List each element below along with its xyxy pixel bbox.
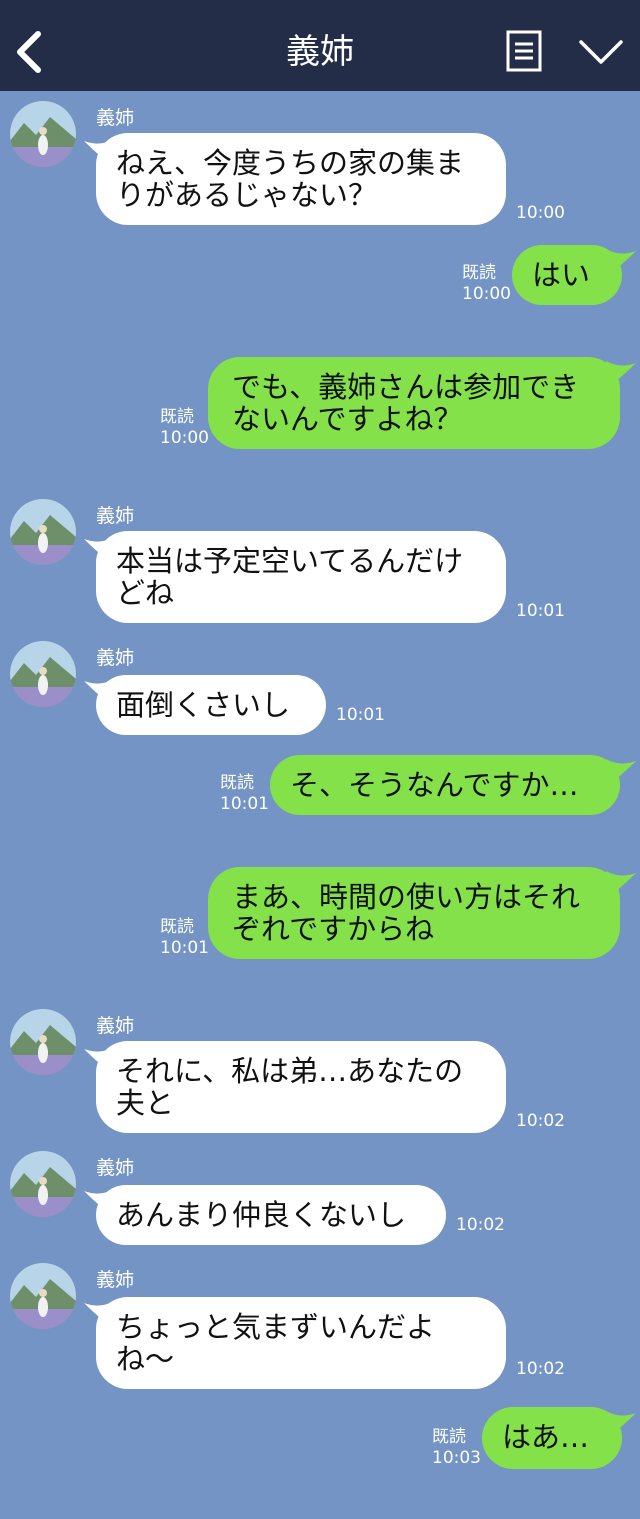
message-bubble[interactable]: はあ… — [482, 1407, 622, 1469]
message-time: 10:01 — [336, 705, 385, 725]
sender-name: 義姉 — [96, 1015, 135, 1037]
chat-title: 義姉 — [286, 32, 354, 72]
message-bubble[interactable]: 面倒くさいし — [96, 675, 326, 735]
message-time: 10:01 — [516, 601, 565, 621]
avatar[interactable] — [10, 499, 76, 565]
sender-name: 義姉 — [96, 1269, 135, 1291]
bubble-tail — [606, 1411, 636, 1439]
message-time: 10:02 — [456, 1215, 505, 1235]
read-status: 既読 10:01 — [220, 773, 269, 814]
avatar[interactable] — [10, 1009, 76, 1075]
read-status: 既読 10:01 — [160, 917, 209, 958]
chat-area[interactable]: 義姉 ねえ、今度うちの家の集まりがあるじゃない？ 10:00 既読 10:00 は… — [0, 91, 640, 1519]
message-time: 10:02 — [516, 1111, 565, 1131]
message-bubble[interactable]: そ、そうなんですか… — [270, 755, 620, 815]
avatar[interactable] — [10, 641, 76, 707]
bubble-tail — [606, 871, 636, 899]
read-status: 既読 10:00 — [160, 407, 209, 448]
sender-name: 義姉 — [96, 647, 135, 669]
bubble-tail — [606, 361, 636, 389]
chevron-down-icon[interactable] — [578, 36, 624, 66]
message-time: 10:00 — [516, 203, 565, 223]
message-bubble[interactable]: ちょっと気まずいんだよね〜 — [96, 1297, 506, 1389]
sender-name: 義姉 — [96, 107, 135, 129]
avatar[interactable] — [10, 1263, 76, 1329]
read-status: 既読 10:00 — [462, 263, 511, 304]
message-bubble[interactable]: ねえ、今度うちの家の集まりがあるじゃない？ — [96, 133, 506, 225]
sender-name: 義姉 — [96, 505, 135, 527]
message-time: 10:02 — [516, 1359, 565, 1379]
bubble-tail — [606, 249, 636, 277]
chat-header: 義姉 — [0, 0, 640, 91]
message-bubble[interactable]: それに、私は弟…あなたの夫と — [96, 1041, 506, 1133]
message-bubble[interactable]: まあ、時間の使い方はそれぞれですからね — [208, 867, 620, 959]
message-bubble[interactable]: 本当は予定空いてるんだけどね — [96, 531, 506, 623]
message-bubble[interactable]: あんまり仲良くないし — [96, 1185, 446, 1245]
bubble-tail — [606, 759, 636, 787]
sender-name: 義姉 — [96, 1157, 135, 1179]
menu-icon[interactable] — [506, 30, 542, 72]
avatar[interactable] — [10, 1151, 76, 1217]
avatar[interactable] — [10, 101, 76, 167]
message-bubble[interactable]: でも、義姉さんは参加できないんですよね？ — [208, 357, 620, 449]
read-status: 既読 10:03 — [432, 1427, 481, 1468]
